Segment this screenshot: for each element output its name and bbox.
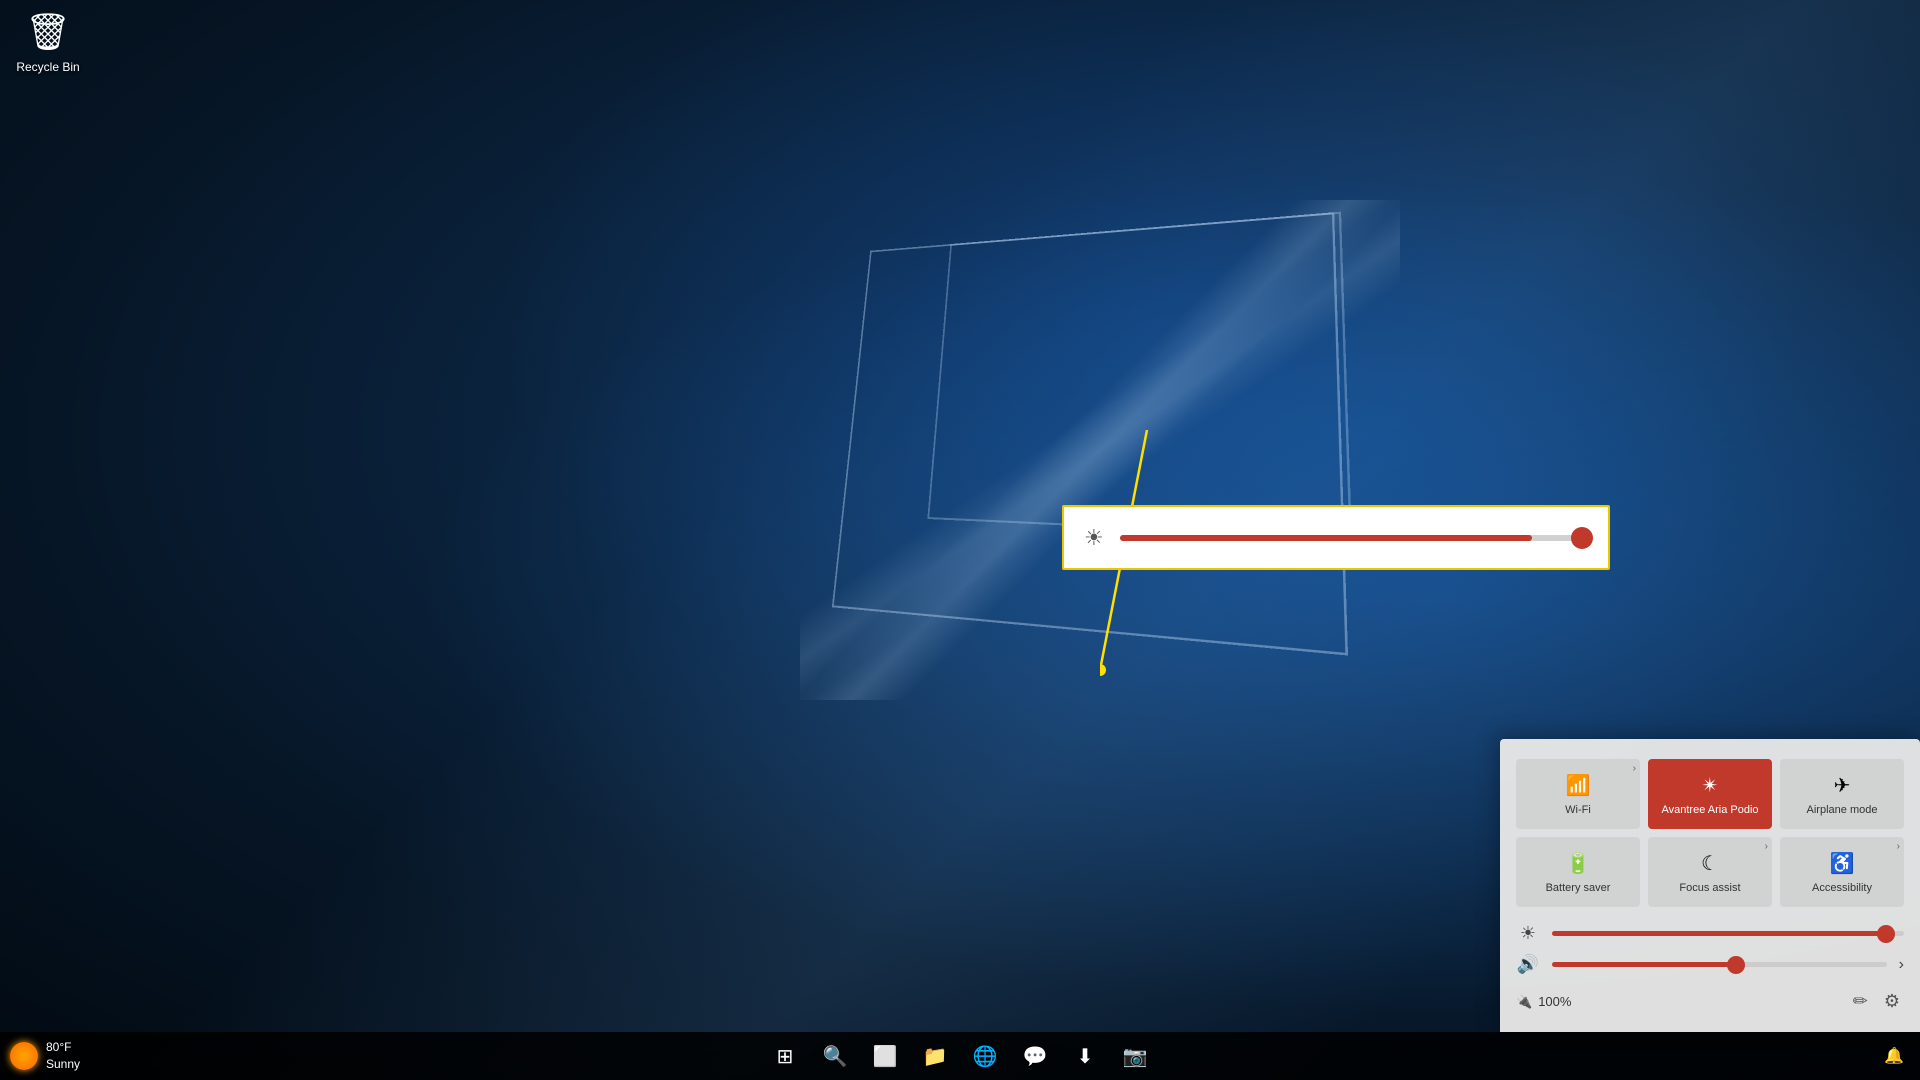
wifi-expand-icon: ›: [1633, 763, 1636, 774]
airplane-label: Airplane mode: [1807, 804, 1878, 817]
accessibility-label: Accessibility: [1812, 882, 1872, 895]
brightness-sun-icon: ☀: [1084, 525, 1104, 551]
airplane-icon: ✈: [1834, 773, 1851, 798]
battery-saver-icon: 🔋: [1566, 851, 1591, 876]
taskbar-search-button[interactable]: 🔍: [811, 1032, 859, 1080]
desktop: 🗑 Recycle Bin ☀ 📶 › Wi-Fi ✴: [0, 0, 1920, 1080]
weather-text: 80°F Sunny: [46, 1039, 80, 1073]
quick-btn-bluetooth[interactable]: ✴ Avantree Aria Podio: [1648, 759, 1772, 829]
taskbar-app-button[interactable]: 📷: [1111, 1032, 1159, 1080]
taskbar-start-button[interactable]: ⊞: [761, 1032, 809, 1080]
volume-icon: 🔊: [1516, 954, 1540, 975]
accessibility-icon: ♿: [1830, 851, 1855, 876]
action-center-panel: 📶 › Wi-Fi ✴ Avantree Aria Podio ✈ Airpla…: [1500, 739, 1920, 1032]
action-center-action-buttons: ✏ ⚙: [1849, 987, 1904, 1016]
bluetooth-icon: ✴: [1702, 773, 1719, 798]
taskbar-edge-button[interactable]: 🌐: [961, 1032, 1009, 1080]
weather-condition: Sunny: [46, 1056, 80, 1073]
brightness-slider-thumb[interactable]: [1877, 925, 1895, 943]
taskbar-qbittorrent-button[interactable]: ⬇: [1061, 1032, 1109, 1080]
edit-quick-actions-button[interactable]: ✏: [1849, 987, 1872, 1016]
brightness-slider-row: ☀: [1516, 923, 1904, 944]
volume-slider-track[interactable]: [1552, 962, 1887, 967]
weather-sun-icon: [10, 1042, 38, 1070]
accessibility-expand-icon: ›: [1897, 841, 1900, 852]
recycle-bin-label: Recycle Bin: [8, 60, 88, 76]
brightness-popup: ☀: [1062, 505, 1610, 570]
taskbar-task-view-button[interactable]: ⬜: [861, 1032, 909, 1080]
brightness-thumb[interactable]: [1571, 527, 1593, 549]
quick-btn-wifi[interactable]: 📶 › Wi-Fi: [1516, 759, 1640, 829]
battery-plug-icon: 🔌: [1516, 994, 1532, 1010]
focus-assist-icon: ☾: [1701, 851, 1719, 876]
quick-btn-accessibility[interactable]: ♿ › Accessibility: [1780, 837, 1904, 907]
tray-notification-icon[interactable]: 🔔: [1876, 1032, 1912, 1080]
taskbar-file-explorer-button[interactable]: 📁: [911, 1032, 959, 1080]
quick-btn-focus-assist[interactable]: ☾ › Focus assist: [1648, 837, 1772, 907]
windows-logo-decoration: [832, 212, 1348, 655]
brightness-icon: ☀: [1516, 923, 1540, 944]
focus-assist-expand-icon: ›: [1765, 841, 1768, 852]
brightness-slider-track[interactable]: [1552, 931, 1904, 936]
weather-temp: 80°F: [46, 1039, 80, 1056]
taskbar-center-buttons: ⊞ 🔍 ⬜ 📁 🌐 💬 ⬇ 📷: [761, 1032, 1159, 1080]
action-center-bottom-bar: 🔌 100% ✏ ⚙: [1516, 987, 1904, 1016]
volume-slider-thumb[interactable]: [1727, 956, 1745, 974]
settings-button[interactable]: ⚙: [1880, 987, 1904, 1016]
battery-saver-label: Battery saver: [1546, 882, 1611, 895]
recycle-bin-glyph: 🗑: [24, 8, 72, 56]
volume-slider-fill: [1552, 962, 1736, 967]
volume-expand-icon[interactable]: ›: [1899, 956, 1904, 974]
battery-status: 🔌 100%: [1516, 994, 1571, 1010]
quick-btn-battery-saver[interactable]: 🔋 Battery saver: [1516, 837, 1640, 907]
wifi-label: Wi-Fi: [1565, 804, 1591, 817]
wifi-icon: 📶: [1566, 773, 1591, 798]
brightness-track[interactable]: [1120, 535, 1588, 541]
brightness-fill: [1120, 535, 1532, 541]
focus-assist-label: Focus assist: [1679, 882, 1740, 895]
weather-widget[interactable]: 80°F Sunny: [0, 1039, 90, 1073]
volume-slider-row: 🔊 ›: [1516, 954, 1904, 975]
yellow-connector-line: [1100, 430, 1400, 730]
bluetooth-label: Avantree Aria Podio: [1661, 804, 1758, 817]
recycle-bin-icon[interactable]: 🗑 Recycle Bin: [8, 8, 88, 76]
quick-btn-airplane[interactable]: ✈ Airplane mode: [1780, 759, 1904, 829]
taskbar: 80°F Sunny ⊞ 🔍 ⬜ 📁 🌐 💬 ⬇ 📷 🔔: [0, 1032, 1920, 1080]
taskbar-discord-button[interactable]: 💬: [1011, 1032, 1059, 1080]
system-tray: 🔔: [1868, 1032, 1920, 1080]
battery-percent: 100%: [1538, 994, 1571, 1009]
brightness-slider-fill: [1552, 931, 1886, 936]
quick-actions-grid: 📶 › Wi-Fi ✴ Avantree Aria Podio ✈ Airpla…: [1516, 759, 1904, 907]
